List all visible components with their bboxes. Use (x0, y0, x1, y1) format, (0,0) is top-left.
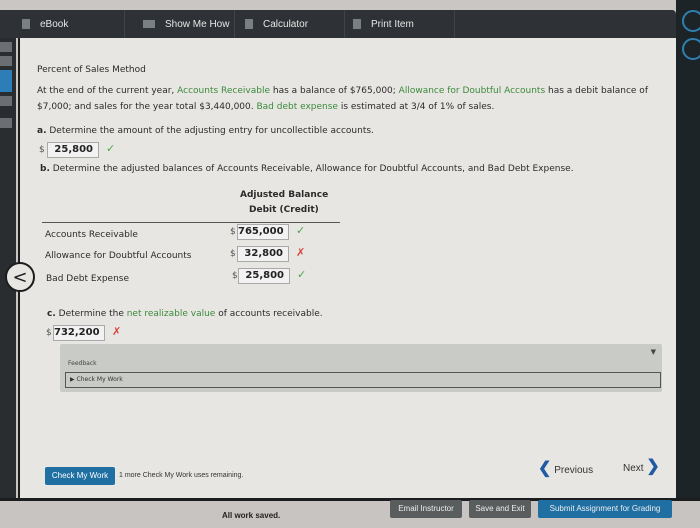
text: Determine the (58, 309, 127, 319)
chevron-right-icon: ❯ (646, 458, 660, 475)
tab-label: eBook (40, 18, 69, 30)
rail-item-active[interactable] (0, 70, 12, 92)
part-letter: a. (37, 126, 47, 136)
question-text: Determine the amount of the adjusting en… (49, 126, 374, 136)
text: At the end of the current year, (37, 86, 178, 96)
save-and-exit-button[interactable]: Save and Exit (469, 500, 531, 518)
remaining-uses-text: 1 more Check My Work uses remaining. (119, 472, 244, 479)
column-header-adjusted-balance: Adjusted Balance (240, 190, 329, 200)
previous-label: Previous (554, 465, 594, 476)
part-letter: b. (40, 164, 50, 174)
currency-sign: $ (230, 249, 236, 259)
text: is estimated at 3/4 of 1% of sales. (337, 102, 495, 112)
right-circle-button[interactable] (682, 38, 700, 60)
tab-show-me-how[interactable]: Show Me How (125, 10, 235, 38)
currency-sign: $ (39, 145, 45, 155)
part-c-question: c. Determine the net realizable value of… (47, 309, 323, 319)
tab-label: Calculator (263, 18, 309, 30)
tab-calculator[interactable]: Calculator (235, 10, 345, 38)
book-icon (22, 19, 30, 29)
part-a-answer-input[interactable]: 25,800 (47, 142, 99, 158)
table-divider (42, 222, 340, 223)
tab-ebook[interactable]: eBook (0, 10, 125, 38)
problem-title: Percent of Sales Method (37, 65, 146, 75)
check-my-work-button[interactable]: Check My Work (45, 467, 115, 485)
collapse-arrow-icon[interactable]: ▼ (651, 348, 656, 356)
video-icon (143, 20, 155, 28)
glossary-link[interactable]: net realizable value (127, 309, 216, 319)
accounts-receivable-input[interactable]: 765,000 (237, 224, 289, 240)
column-header-debit-credit: Debit (Credit) (249, 205, 319, 215)
correct-check-icon: ✓ (297, 268, 307, 281)
right-strip (676, 0, 700, 525)
next-label: Next (623, 463, 644, 474)
save-status: All work saved. (222, 511, 281, 520)
problem-text: At the end of the current year, Accounts… (37, 83, 662, 115)
glossary-link[interactable]: Bad debt expense (256, 102, 338, 112)
correct-check-icon: ✓ (106, 142, 116, 155)
right-circle-button[interactable] (682, 10, 700, 32)
tab-label: Show Me How (165, 18, 230, 30)
row-label: Bad Debt Expense (46, 274, 130, 284)
email-instructor-button[interactable]: Email Instructor (390, 500, 462, 518)
toolbar: eBook Show Me How Calculator Print Item (0, 10, 676, 38)
text: of accounts receivable. (215, 309, 323, 319)
submit-assignment-button[interactable]: Submit Assignment for Grading (538, 500, 672, 518)
currency-sign: $ (230, 227, 236, 237)
next-button[interactable]: Next ❯ (623, 456, 660, 476)
back-chevron-button[interactable]: < (5, 262, 35, 292)
text: $7,000; and sales for the year total $3,… (37, 102, 257, 112)
currency-sign: $ (46, 328, 52, 338)
part-letter: c. (47, 309, 56, 319)
feedback-panel: ▼ Feedback ▶ Check My Work (60, 344, 662, 392)
text: has a balance of $765,000; (270, 86, 399, 96)
currency-sign: $ (232, 271, 238, 281)
part-c-answer-input[interactable]: 732,200 (53, 325, 105, 341)
question-text: Determine the adjusted balances of Accou… (52, 164, 574, 174)
tab-print-item[interactable]: Print Item (345, 10, 455, 38)
rail-item[interactable] (0, 96, 12, 106)
rail-item[interactable] (0, 56, 12, 66)
part-b-question: b. Determine the adjusted balances of Ac… (40, 164, 574, 174)
check-my-work-toggle[interactable]: ▶ Check My Work (65, 372, 661, 388)
text: has a debit balance of (545, 86, 648, 96)
tab-label: Print Item (371, 18, 414, 30)
rail-item[interactable] (0, 118, 12, 128)
previous-button[interactable]: ❮ Previous (538, 458, 593, 478)
allowance-input[interactable]: 32,800 (237, 246, 289, 262)
incorrect-x-icon: ✗ (296, 246, 306, 259)
bad-debt-expense-input[interactable]: 25,800 (238, 268, 290, 284)
toggle-label: Check My Work (76, 376, 123, 383)
glossary-link[interactable]: Allowance for Doubtful Accounts (399, 86, 545, 96)
chevron-left-icon: < (12, 266, 28, 288)
rail-item[interactable] (0, 42, 12, 52)
print-icon (353, 19, 361, 29)
correct-check-icon: ✓ (296, 224, 306, 237)
chevron-left-icon: ❮ (538, 460, 552, 477)
part-a-question: a. Determine the amount of the adjusting… (37, 126, 374, 136)
calculator-icon (245, 19, 253, 29)
incorrect-x-icon: ✗ (112, 325, 122, 338)
row-label: Allowance for Doubtful Accounts (45, 251, 192, 261)
feedback-title: Feedback (68, 360, 97, 367)
row-label: Accounts Receivable (45, 230, 138, 240)
glossary-link[interactable]: Accounts Receivable (177, 86, 270, 96)
